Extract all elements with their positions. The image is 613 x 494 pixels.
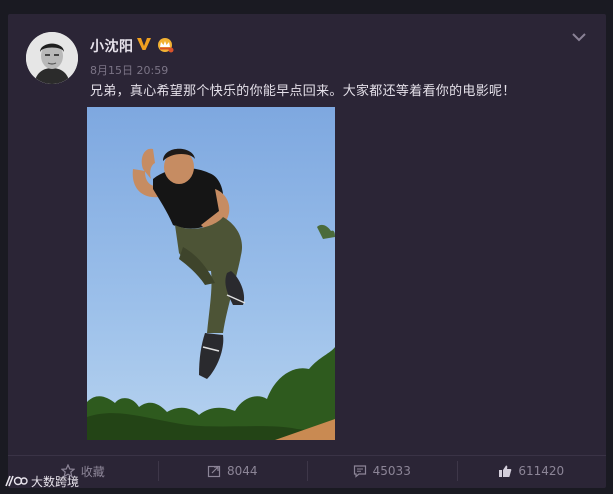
post-card: 小沈阳 8月15日 20:59 兄弟，真心希望那个快乐的你能早点回来。大家都还等…	[8, 14, 606, 488]
watermark-logo-icon	[5, 475, 28, 487]
vip-crown-icon[interactable]	[156, 37, 174, 53]
favorite-label: 收藏	[80, 464, 105, 479]
thumbs-up-icon	[499, 465, 512, 477]
share-icon	[207, 465, 221, 478]
verified-v-icon	[137, 38, 151, 50]
post-text: 兄弟，真心希望那个快乐的你能早点回来。大家都还等着看你的电影呢！	[90, 84, 516, 99]
comment-icon	[353, 465, 366, 478]
watermark-text: 大数跨境	[31, 474, 80, 489]
like-count: 611420	[518, 464, 565, 478]
repost-button[interactable]: 8044	[157, 456, 308, 486]
comment-count: 45033	[372, 464, 411, 478]
like-button[interactable]: 611420	[456, 456, 607, 486]
post-action-bar: 收藏 8044 45033 611420	[8, 455, 606, 486]
watermark: 大数跨境	[4, 472, 79, 490]
comment-button[interactable]: 45033	[307, 456, 457, 486]
repost-count: 8044	[226, 464, 258, 478]
chevron-down-icon[interactable]	[570, 30, 588, 44]
username[interactable]: 小沈阳	[90, 36, 134, 56]
avatar[interactable]	[26, 32, 78, 84]
post-photo[interactable]	[87, 107, 335, 440]
post-timestamp[interactable]: 8月15日 20:59	[90, 62, 168, 78]
